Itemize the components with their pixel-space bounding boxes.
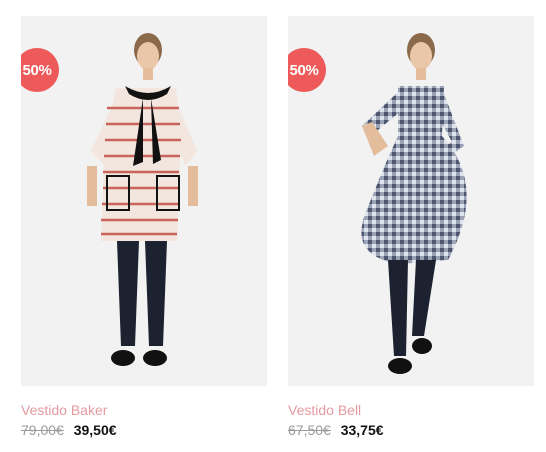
old-price: 79,00€	[21, 422, 64, 438]
product-card-baker[interactable]: 50% Vestido Baker 79,00€ 39,50€	[21, 16, 267, 438]
product-name-link[interactable]: Vestido Baker	[21, 402, 267, 418]
old-price: 67,50€	[288, 422, 331, 438]
sale-price: 39,50€	[73, 422, 117, 438]
product-image-baker[interactable]: 50%	[21, 16, 267, 386]
product-image-bell[interactable]: 50%	[288, 16, 534, 386]
price-row: 67,50€ 33,75€	[288, 422, 534, 438]
product-name-link[interactable]: Vestido Bell	[288, 402, 534, 418]
product-card-bell[interactable]: 50% Vestido Bell 67,50€ 33,75€	[288, 16, 534, 438]
price-row: 79,00€ 39,50€	[21, 422, 267, 438]
sale-price: 33,75€	[340, 422, 384, 438]
